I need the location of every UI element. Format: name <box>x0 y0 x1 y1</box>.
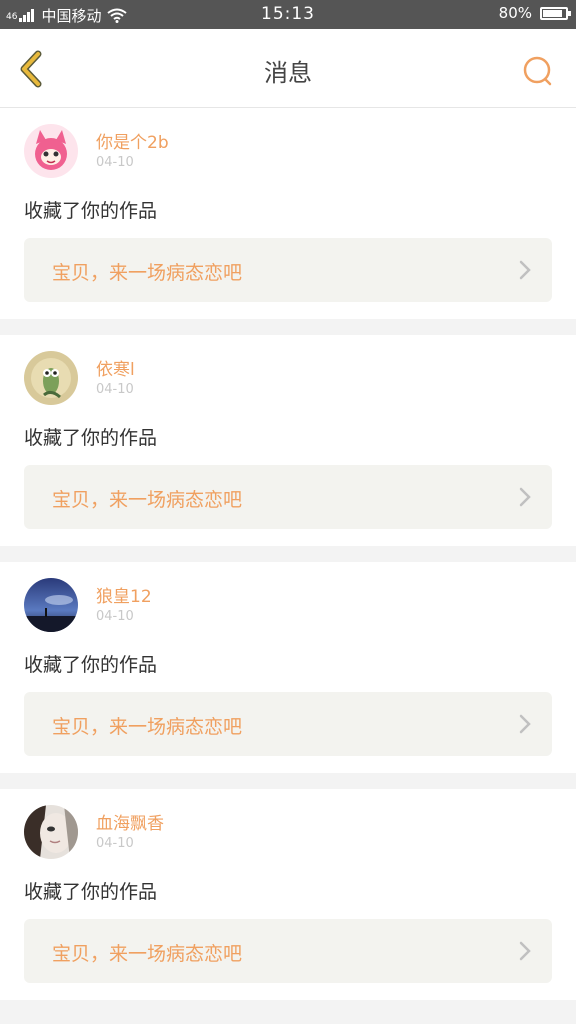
work-link[interactable]: 宝贝，来一场病态恋吧 <box>24 692 552 756</box>
chevron-right-icon <box>519 714 531 734</box>
search-icon[interactable] <box>522 55 554 87</box>
work-link[interactable]: 宝贝，来一场病态恋吧 <box>24 465 552 529</box>
message-list: 你是个2b 04-10 收藏了你的作品 宝贝，来一场病态恋吧 依寒l 04-10… <box>0 108 576 1016</box>
status-bar: 46 中国移动 15:13 80% <box>0 0 576 29</box>
message-card[interactable]: 狼皇12 04-10 收藏了你的作品 宝贝，来一场病态恋吧 <box>0 562 576 773</box>
work-title: 宝贝，来一场病态恋吧 <box>52 716 243 738</box>
action-text: 收藏了你的作品 <box>24 427 158 449</box>
work-link[interactable]: 宝贝，来一场病态恋吧 <box>24 238 552 302</box>
work-title: 宝贝，来一场病态恋吧 <box>52 943 243 965</box>
battery-percent: 80% <box>498 4 532 22</box>
username[interactable]: 狼皇12 <box>96 582 152 607</box>
clock: 15:13 <box>261 4 315 24</box>
avatar[interactable] <box>24 578 78 632</box>
action-text: 收藏了你的作品 <box>24 654 158 676</box>
chevron-right-icon <box>519 487 531 507</box>
username[interactable]: 你是个2b <box>96 128 169 153</box>
message-date: 04-10 <box>96 609 134 624</box>
chevron-right-icon <box>519 260 531 280</box>
action-text: 收藏了你的作品 <box>24 881 158 903</box>
work-title: 宝贝，来一场病态恋吧 <box>52 489 243 511</box>
page-title: 消息 <box>264 59 312 87</box>
message-card[interactable]: 你是个2b 04-10 收藏了你的作品 宝贝，来一场病态恋吧 <box>0 108 576 319</box>
message-date: 04-10 <box>96 836 134 851</box>
action-text: 收藏了你的作品 <box>24 200 158 222</box>
avatar[interactable] <box>24 124 78 178</box>
status-right: 80% <box>498 4 571 22</box>
battery-icon <box>540 6 571 20</box>
avatar[interactable] <box>24 805 78 859</box>
work-title: 宝贝，来一场病态恋吧 <box>52 262 243 284</box>
avatar[interactable] <box>24 351 78 405</box>
message-date: 04-10 <box>96 155 134 170</box>
message-card[interactable]: 依寒l 04-10 收藏了你的作品 宝贝，来一场病态恋吧 <box>0 335 576 546</box>
message-date: 04-10 <box>96 382 134 397</box>
work-link[interactable]: 宝贝，来一场病态恋吧 <box>24 919 552 983</box>
message-card[interactable]: 血海飘香 04-10 收藏了你的作品 宝贝，来一场病态恋吧 <box>0 789 576 1000</box>
nav-header: 消息 <box>0 29 576 108</box>
chevron-right-icon <box>519 941 531 961</box>
username[interactable]: 依寒l <box>96 355 135 380</box>
username[interactable]: 血海飘香 <box>96 809 164 834</box>
